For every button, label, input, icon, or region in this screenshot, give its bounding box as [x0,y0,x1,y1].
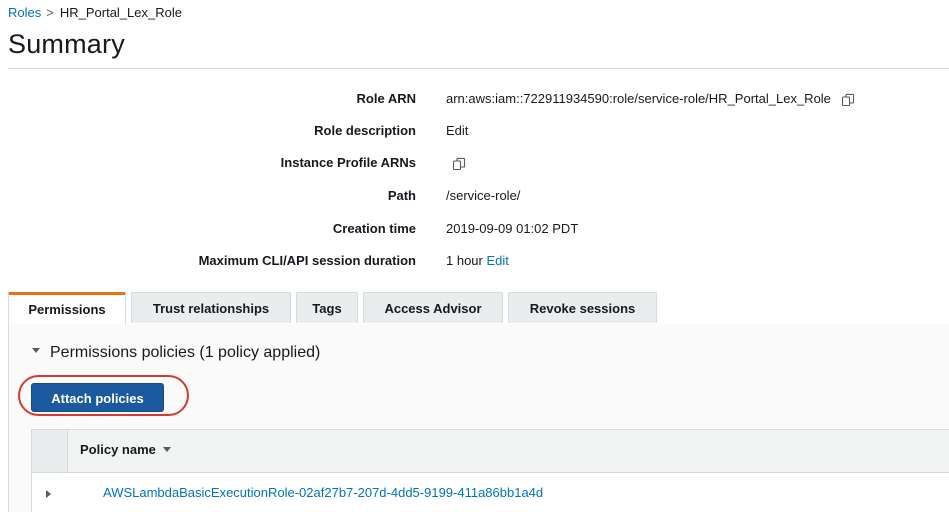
instance-profile-arns-value [446,153,466,173]
summary-row-role-description: Role description Edit [0,121,949,141]
tab-revoke-sessions[interactable]: Revoke sessions [508,292,657,323]
path-label: Path [387,188,416,203]
copy-icon[interactable] [452,157,466,171]
copy-icon[interactable] [841,93,855,107]
tab-tags[interactable]: Tags [296,292,358,323]
breadcrumb-current: HR_Portal_Lex_Role [59,5,182,20]
policies-table: Policy name AWSLambdaBasicExecutionRole-… [31,429,949,512]
max-session-duration-value: 1 hour [446,253,483,268]
summary-row-max-session-duration: Maximum CLI/API session duration 1 hour … [0,251,949,271]
tab-access-advisor[interactable]: Access Advisor [363,292,503,323]
max-session-duration-edit-link[interactable]: Edit [487,253,509,268]
creation-time-label: Creation time [332,221,416,236]
policies-table-header: Policy name [32,430,949,473]
breadcrumb-roles-link[interactable]: Roles [8,5,41,20]
expand-column-header [32,430,68,472]
policy-name-header-label: Policy name [80,442,156,457]
breadcrumb: Roles > HR_Portal_Lex_Role [8,5,182,20]
policy-name-link[interactable]: AWSLambdaBasicExecutionRole-02af27b7-207… [103,473,543,512]
role-tabs: Permissions Trust relationships Tags Acc… [8,292,949,325]
policy-name-column-header[interactable]: Policy name [80,442,171,457]
permissions-policies-title: Permissions policies (1 policy applied) [50,344,321,361]
summary-row-instance-profile-arns: Instance Profile ARNs [0,153,949,173]
attach-policies-button[interactable]: Attach policies [31,383,164,412]
instance-profile-arns-label: Instance Profile ARNs [280,155,416,170]
max-session-duration-value-group: 1 hour Edit [446,251,509,271]
table-row: AWSLambdaBasicExecutionRole-02af27b7-207… [32,473,949,512]
summary-row-path: Path /service-role/ [0,186,949,206]
chevron-right-icon[interactable] [46,490,51,498]
path-value: /service-role/ [446,188,521,203]
max-session-duration-label: Maximum CLI/API session duration [198,253,416,268]
sort-down-icon [162,447,171,453]
breadcrumb-separator: > [46,5,54,20]
title-divider [8,68,949,69]
creation-time-value: 2019-09-09 01:02 PDT [446,221,579,236]
role-arn-value-group: arn:aws:iam::722911934590:role/service-r… [446,89,855,109]
summary-row-role-arn: Role ARN arn:aws:iam::722911934590:role/… [0,89,949,109]
role-description-edit-link[interactable]: Edit [446,121,468,141]
tab-permissions[interactable]: Permissions [8,292,126,325]
page-title: Summary [8,29,125,59]
role-arn-label: Role ARN [356,91,416,106]
permissions-policies-header[interactable]: Permissions policies (1 policy applied) [32,344,320,362]
role-description-label: Role description [314,123,416,138]
tab-trust-relationships[interactable]: Trust relationships [131,292,291,323]
summary-row-creation-time: Creation time 2019-09-09 01:02 PDT [0,219,949,239]
role-arn-value: arn:aws:iam::722911934590:role/service-r… [446,91,831,106]
iam-role-summary-page: Roles > HR_Portal_Lex_Role Summary Role AR… [0,0,949,512]
chevron-down-icon [32,348,40,354]
